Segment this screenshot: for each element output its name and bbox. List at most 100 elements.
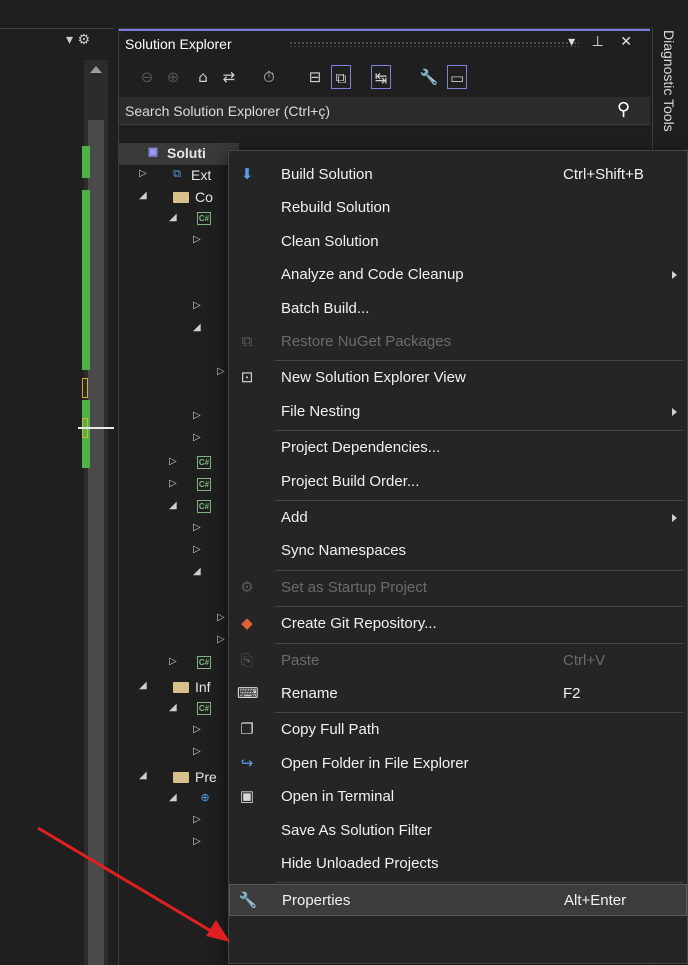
tree-row[interactable]: ▷ (119, 833, 229, 855)
tree-row[interactable]: ◢ (119, 319, 229, 341)
search-icon[interactable]: ⚲ (617, 99, 630, 120)
menu-item-hide-unloaded-projects[interactable]: Hide Unloaded Projects (229, 848, 687, 880)
tree-row[interactable]: ▷ (119, 609, 229, 631)
collapsed-arrow-icon[interactable]: ▷ (193, 300, 201, 311)
expanded-arrow-icon[interactable]: ◢ (139, 680, 147, 691)
menu-item-save-as-solution-filter[interactable]: Save As Solution Filter (229, 815, 687, 847)
sync-icon[interactable]: ↹ (371, 65, 391, 89)
menu-item-label: Create Git Repository... (281, 615, 437, 633)
caret-line-marker (78, 427, 114, 429)
expanded-arrow-icon[interactable]: ◢ (169, 702, 177, 713)
menu-item-add[interactable]: Add (229, 502, 687, 534)
menu-item-file-nesting[interactable]: File Nesting (229, 396, 687, 428)
tree-row[interactable]: ▷ ⧉ Ext (119, 165, 229, 187)
scroll-thumb[interactable] (88, 120, 104, 965)
show-all-files-icon[interactable]: ⧉ (331, 65, 351, 89)
back-icon[interactable]: ⊖ (137, 65, 157, 89)
search-input[interactable]: Search Solution Explorer (Ctrl+ç) (125, 103, 330, 119)
menu-item-rename[interactable]: ⌨ Rename F2 (229, 678, 687, 710)
tree-row[interactable]: ▷ C# (119, 653, 229, 675)
search-box[interactable]: Search Solution Explorer (Ctrl+ç) ⚲ (119, 97, 650, 125)
menu-item-label: Batch Build... (281, 299, 370, 317)
collapsed-arrow-icon[interactable]: ▷ (217, 366, 225, 377)
collapsed-arrow-icon[interactable]: ▷ (193, 724, 201, 735)
collapsed-arrow-icon[interactable]: ▷ (169, 478, 177, 489)
collapsed-arrow-icon[interactable]: ▷ (169, 456, 177, 467)
tree-row[interactable]: ▷ (119, 407, 229, 429)
collapsed-arrow-icon[interactable]: ▷ (193, 432, 201, 443)
collapsed-arrow-icon[interactable]: ▷ (193, 746, 201, 757)
collapsed-arrow-icon[interactable]: ▷ (193, 814, 201, 825)
menu-separator (275, 360, 683, 362)
scroll-up-icon[interactable] (90, 66, 102, 73)
menu-item-batch-build[interactable]: Batch Build... (229, 293, 687, 325)
tree-row[interactable]: ▷ (119, 631, 229, 653)
expanded-arrow-icon[interactable]: ◢ (169, 792, 177, 803)
tree-row[interactable]: ▷ (119, 429, 229, 451)
tree-row[interactable]: ◢ C# (119, 699, 229, 721)
tree-row[interactable]: ▷ (119, 297, 229, 319)
collapsed-arrow-icon[interactable]: ▷ (169, 656, 177, 667)
menu-item-project-build-order[interactable]: Project Build Order... (229, 466, 687, 498)
tree-row[interactable]: ◢ Pre (119, 767, 229, 789)
collapsed-arrow-icon[interactable]: ▷ (193, 234, 201, 245)
tree-row[interactable]: ▣ Soluti (119, 143, 239, 165)
menu-item-analyze-code-cleanup[interactable]: Analyze and Code Cleanup (229, 259, 687, 291)
tree-row[interactable]: ▷ C# (119, 453, 229, 475)
collapsed-arrow-icon[interactable]: ▷ (193, 836, 201, 847)
tree-row[interactable]: ◢ (119, 563, 229, 585)
menu-item-create-git-repository[interactable]: ◆ Create Git Repository... (229, 608, 687, 640)
tree-row[interactable]: ▷ (119, 363, 229, 385)
forward-icon[interactable]: ⊕ (163, 65, 183, 89)
context-menu: ⬇ Build Solution Ctrl+Shift+B Rebuild Solut… (228, 150, 688, 964)
menu-item-rebuild-solution[interactable]: Rebuild Solution (229, 192, 687, 224)
collapsed-arrow-icon[interactable]: ▷ (217, 634, 225, 645)
menu-item-clean-solution[interactable]: Clean Solution (229, 226, 687, 258)
tree-row[interactable]: ◢ Co (119, 187, 229, 209)
menu-item-build-solution[interactable]: ⬇ Build Solution Ctrl+Shift+B (229, 159, 687, 191)
tree-row[interactable]: ▷ (119, 811, 229, 833)
web-project-icon: ⊕ (200, 792, 210, 804)
menu-item-label: Add (281, 509, 308, 526)
menu-item-open-folder-file-explorer[interactable]: ↪ Open Folder in File Explorer (229, 748, 687, 780)
editor-tools[interactable]: ▾ ⚙ (66, 32, 90, 48)
collapsed-arrow-icon[interactable]: ▷ (139, 168, 147, 179)
collapse-all-icon[interactable]: ⊟ (305, 65, 325, 89)
tree-row[interactable]: ◢ C# (119, 209, 229, 231)
tree-row[interactable]: ◢ C# (119, 497, 229, 519)
expanded-arrow-icon[interactable]: ◢ (169, 212, 177, 223)
panel-window-controls[interactable]: ▾ ⊥ ✕ (568, 34, 638, 50)
tree-row[interactable]: ◢ ⊕ (119, 789, 229, 811)
menu-item-properties[interactable]: 🔧 Properties Alt+Enter (229, 884, 687, 917)
drag-handle[interactable] (289, 41, 579, 47)
expanded-arrow-icon[interactable]: ◢ (193, 566, 201, 577)
tree-row[interactable]: ▷ C# (119, 475, 229, 497)
menu-item-open-in-terminal[interactable]: ▣ Open in Terminal (229, 781, 687, 813)
solution-explorer-title-bar[interactable]: Solution Explorer ▾ ⊥ ✕ (119, 29, 650, 55)
switch-views-icon[interactable]: ⇄ (219, 65, 239, 89)
preview-icon[interactable]: ▭ (447, 65, 468, 89)
tree-row[interactable]: ▷ (119, 519, 229, 541)
tree-row[interactable]: ▷ (119, 231, 229, 253)
tree-row[interactable]: ▷ (119, 721, 229, 743)
menu-item-new-solution-explorer-view[interactable]: ⊡ New Solution Explorer View (229, 362, 687, 394)
expanded-arrow-icon[interactable]: ◢ (139, 190, 147, 201)
menu-item-project-dependencies[interactable]: Project Dependencies... (229, 432, 687, 464)
tree-row[interactable]: ▷ (119, 743, 229, 765)
menu-item-label: Hide Unloaded Projects (281, 855, 439, 872)
tree-row[interactable]: ▷ (119, 541, 229, 563)
menu-separator (275, 430, 683, 432)
menu-item-sync-namespaces[interactable]: Sync Namespaces (229, 535, 687, 567)
expanded-arrow-icon[interactable]: ◢ (169, 500, 177, 511)
home-icon[interactable]: ⌂ (193, 65, 213, 89)
collapsed-arrow-icon[interactable]: ▷ (193, 522, 201, 533)
collapsed-arrow-icon[interactable]: ▷ (193, 410, 201, 421)
menu-item-copy-full-path[interactable]: ❐ Copy Full Path (229, 714, 687, 746)
expanded-arrow-icon[interactable]: ◢ (193, 322, 201, 333)
expanded-arrow-icon[interactable]: ◢ (139, 770, 147, 781)
tree-row[interactable]: ◢ Inf (119, 677, 229, 699)
properties-icon[interactable]: 🔧 (419, 65, 439, 89)
collapsed-arrow-icon[interactable]: ▷ (217, 612, 225, 623)
history-icon[interactable]: ⏱ (259, 65, 279, 89)
collapsed-arrow-icon[interactable]: ▷ (193, 544, 201, 555)
